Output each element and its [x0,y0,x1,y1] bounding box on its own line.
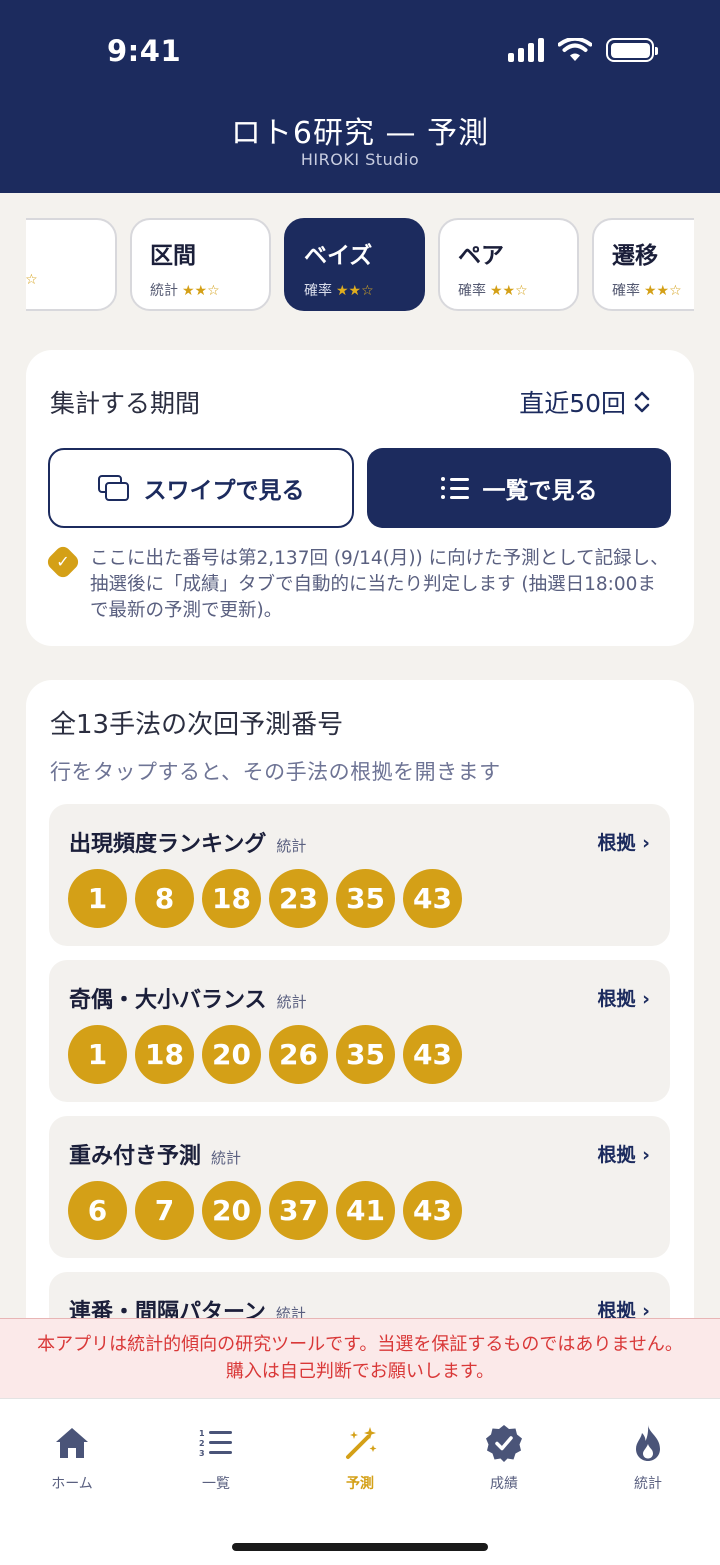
rating-stars: ★★☆ [182,283,220,299]
tab-list[interactable]: 1 2 3 一覧 [156,1423,276,1493]
methods-title: 全13手法の次回予測番号 [50,710,344,740]
number-ball: 23 [269,869,328,928]
method-tag: 統計 [211,1149,242,1167]
tab-home[interactable]: ホーム [12,1423,132,1493]
period-label: 集計する期間 [50,389,201,418]
method-row[interactable]: 出現頻度ランキング 統計 根拠 › 1 8 18 23 35 43 [49,804,670,946]
method-tag: 統計 [276,993,307,1011]
numbered-list-icon: 1 2 3 [199,1429,232,1458]
app-header: 9:41 ロト6研究 — 予測 HIROKI Studio [0,0,720,193]
method-tag: 統計 [276,837,307,855]
chevron-up-down-icon [634,391,650,413]
tab-bar: ホーム 1 2 3 一覧 予測 成績 統計 [0,1398,720,1565]
rationale-link[interactable]: 根拠 › [598,1140,650,1167]
number-ball: 43 [403,869,462,928]
status-icons [508,38,658,62]
tab-predict[interactable]: 予測 [300,1423,420,1493]
number-ball: 1 [68,1025,127,1084]
magic-wand-icon [346,1427,377,1459]
verified-check-icon [44,543,82,581]
status-time: 9:41 [107,34,182,68]
swipe-view-button[interactable]: スワイプで見る [48,448,354,528]
number-ball: 18 [135,1025,194,1084]
page-title: ロト6研究 — 予測 [230,116,490,151]
number-ball: 6 [68,1181,127,1240]
number-ball: 43 [403,1025,462,1084]
tab-stats[interactable]: 統計 [588,1423,708,1493]
number-ball: 7 [135,1181,194,1240]
rating-stars: ★★☆ [336,283,374,299]
methods-card: 全13手法の次回予測番号 行をタップすると、その手法の根拠を開きます 出現頻度ラ… [26,680,694,1380]
battery-icon [606,38,658,62]
methods-subtitle: 行をタップすると、その手法の根拠を開きます [50,760,501,784]
method-chip[interactable]: ペア 確率 ★★☆ [438,218,579,311]
method-row[interactable]: 重み付き予測 統計 根拠 › 6 7 20 37 41 43 [49,1116,670,1258]
period-card: 集計する期間 直近50回 スワイプで見る 一覧で見る ここに出た番号は第2,13… [26,350,694,646]
method-name: 奇偶・大小バランス [69,988,267,1013]
number-ball: 18 [202,869,261,928]
number-ball: 8 [135,869,194,928]
period-select[interactable]: 直近50回 [519,384,650,420]
rating-stars: ★★☆ [644,283,682,299]
number-balls: 1 18 20 26 35 43 [68,1025,462,1084]
method-chip-scroller[interactable]: ★★☆ 区間 統計★★☆ ベイズ 確率★★☆ ペア 確率★★☆ 遷移 確率★★☆ [26,218,694,314]
verified-badge-icon [486,1425,522,1462]
rating-stars: ★★☆ [26,272,38,288]
method-chip[interactable]: 区間 統計 ★★☆ [130,218,271,311]
number-ball: 26 [269,1025,328,1084]
home-icon [56,1428,88,1458]
rationale-link[interactable]: 根拠 › [598,828,650,855]
method-chip[interactable]: ★★☆ [26,218,117,311]
method-name: 重み付き予測 [69,1144,202,1169]
number-ball: 43 [403,1181,462,1240]
method-chip-selected[interactable]: ベイズ 確率 ★★☆ [284,218,425,311]
svg-text:1: 1 [199,1429,205,1438]
method-name: 出現頻度ランキング [69,832,267,857]
number-balls: 1 8 18 23 35 43 [68,869,462,928]
cellular-signal-icon [508,38,544,62]
tab-results[interactable]: 成績 [444,1423,564,1493]
rationale-link[interactable]: 根拠 › [598,984,650,1011]
list-view-button[interactable]: 一覧で見る [367,448,671,528]
number-ball: 37 [269,1181,328,1240]
number-ball: 41 [336,1181,395,1240]
prediction-note: ここに出た番号は第2,137回 (9/14(月)) に向けた予測として記録し、抽… [90,548,669,621]
number-ball: 20 [202,1025,261,1084]
list-icon [440,477,469,499]
method-chip[interactable]: 遷移 確率 ★★☆ [592,218,694,311]
svg-text:2: 2 [199,1439,205,1448]
home-indicator [232,1543,488,1551]
number-balls: 6 7 20 37 41 43 [68,1181,462,1240]
disclaimer-banner: 本アプリは統計的傾向の研究ツールです。当選を保証するものではありません。購入は自… [0,1318,720,1398]
number-ball: 35 [336,869,395,928]
number-ball: 20 [202,1181,261,1240]
flame-icon [636,1425,660,1461]
cards-icon [97,475,130,501]
page-subtitle: HIROKI Studio [300,150,420,169]
number-ball: 35 [336,1025,395,1084]
wifi-icon [558,38,592,61]
number-ball: 1 [68,869,127,928]
svg-text:3: 3 [199,1449,205,1458]
rating-stars: ★★☆ [490,283,528,299]
method-row[interactable]: 奇偶・大小バランス 統計 根拠 › 1 18 20 26 35 43 [49,960,670,1102]
